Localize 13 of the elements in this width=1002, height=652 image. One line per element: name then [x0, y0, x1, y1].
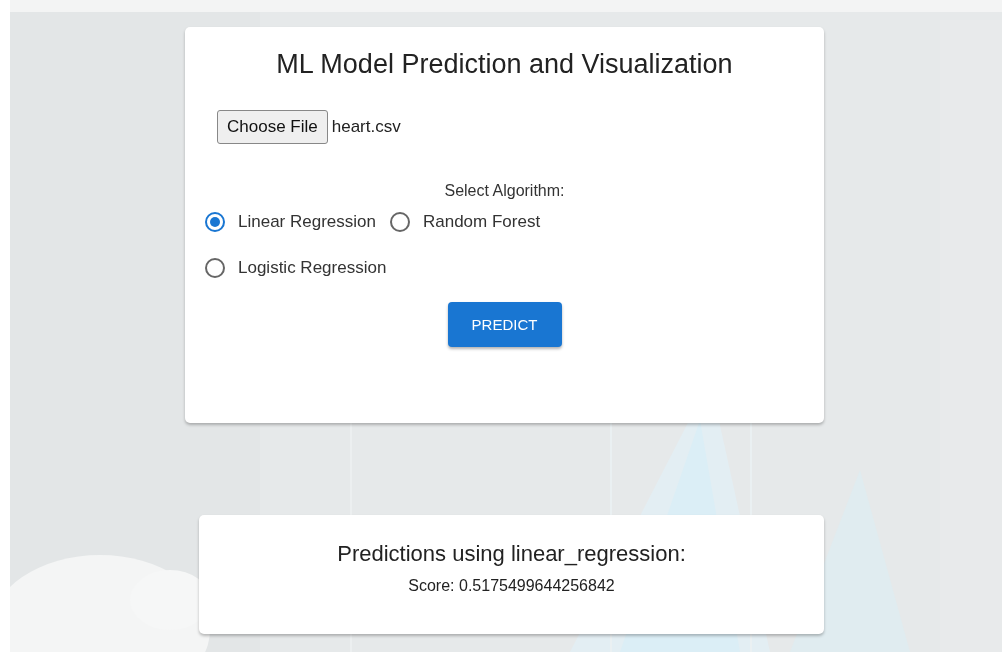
radio-label[interactable]: Linear Regression: [238, 212, 376, 232]
choose-file-button[interactable]: Choose File: [217, 110, 328, 144]
radio-button[interactable]: [205, 212, 225, 232]
score-text: Score: 0.5175499644256842: [408, 577, 615, 595]
predict-button[interactable]: PREDICT: [447, 302, 562, 347]
result-heading: Predictions using linear_regression:: [337, 541, 686, 567]
file-name: heart.csv: [331, 117, 401, 137]
algorithm-label: Select Algorithm:: [444, 182, 565, 200]
radio-label[interactable]: Random Forest: [422, 212, 541, 232]
page-title: ML Model Prediction and Visualization: [276, 49, 733, 80]
radio-label[interactable]: Logistic Regression: [238, 258, 387, 278]
radio-button[interactable]: [205, 258, 225, 278]
radio-button[interactable]: [389, 212, 410, 232]
